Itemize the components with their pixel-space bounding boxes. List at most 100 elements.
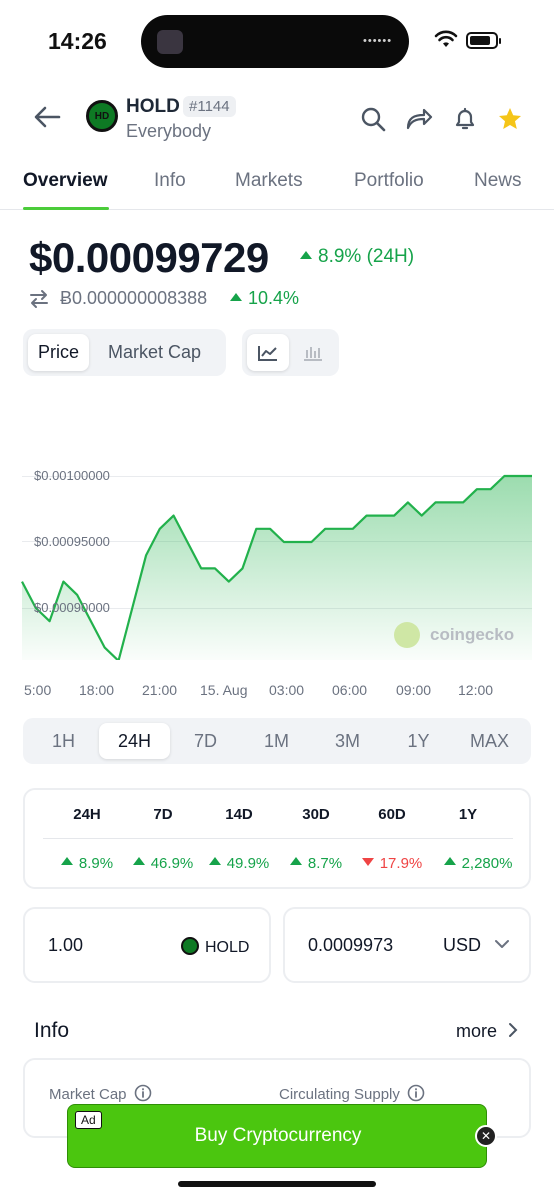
coin-amount-input[interactable]: 1.00 HOLD: [23, 907, 271, 983]
line-chart-icon: [258, 345, 277, 361]
x-tick-label: 21:00: [142, 682, 178, 698]
up-triangle-icon: [208, 857, 221, 865]
price-change-24h: 8.9% (24H): [300, 246, 414, 268]
x-axis-labels: 5:00 18:00 21:00 15. Aug 03:00 06:00 09:…: [0, 682, 554, 702]
perf-value: 49.9%: [199, 855, 279, 872]
tab-news[interactable]: News: [474, 170, 522, 192]
coingecko-watermark: coingecko: [394, 622, 514, 648]
up-triangle-icon: [289, 857, 302, 865]
range-7d[interactable]: 7D: [170, 723, 241, 759]
home-indicator: [178, 1181, 376, 1187]
x-tick-label: 12:00: [458, 682, 494, 698]
x-tick-label: 15. Aug: [200, 682, 248, 698]
share-icon[interactable]: [405, 106, 433, 132]
price-toggle[interactable]: Price: [28, 334, 90, 371]
candlestick-icon: [304, 346, 322, 361]
up-triangle-icon: [230, 293, 242, 301]
perf-header: 1Y: [458, 806, 478, 823]
tab-markets[interactable]: Markets: [235, 170, 303, 192]
up-triangle-icon: [60, 857, 73, 865]
status-bar: 14:26 ••••••: [0, 0, 554, 80]
island-dots: ••••••: [363, 35, 393, 47]
y-tick-label: $0.00090000: [34, 600, 110, 615]
buy-crypto-label: Buy Cryptocurrency: [194, 1125, 362, 1146]
y-tick-label: $0.00095000: [34, 534, 110, 549]
search-icon[interactable]: [360, 106, 386, 132]
clock: 14:26: [48, 28, 107, 54]
perf-value-text: 8.9%: [78, 855, 114, 872]
x-tick-label: 09:00: [396, 682, 432, 698]
gecko-logo-icon: [394, 622, 420, 648]
fiat-currency-select[interactable]: USD: [443, 935, 510, 956]
dynamic-island: ••••••: [141, 15, 409, 68]
active-tab-indicator: [23, 207, 109, 210]
perf-header: 14D: [225, 806, 253, 823]
chart-type-toggle: [242, 329, 339, 376]
range-24h[interactable]: 24H: [99, 723, 170, 759]
up-triangle-icon: [300, 251, 312, 259]
coin-logo: HD: [86, 100, 118, 132]
bell-icon[interactable]: [452, 106, 478, 132]
perf-value: 46.9%: [123, 855, 203, 872]
candlestick-toggle[interactable]: [292, 334, 334, 371]
coin-unit: HOLD: [181, 937, 249, 957]
fiat-amount-value[interactable]: 0.0009973: [308, 935, 393, 956]
line-chart-toggle[interactable]: [247, 334, 289, 371]
rank-badge: #1144: [183, 96, 236, 117]
coin-amount-value[interactable]: 1.00: [48, 935, 83, 956]
perf-value-text: 8.7%: [307, 855, 343, 872]
market-cap-toggle[interactable]: Market Cap: [98, 334, 211, 371]
watermark-text: coingecko: [430, 625, 515, 644]
price-change-24h-value: 8.9% (24H): [318, 246, 415, 267]
up-triangle-icon: [132, 857, 145, 865]
info-circle-icon[interactable]: [134, 1084, 152, 1102]
info-more-link[interactable]: more: [456, 1021, 519, 1042]
x-tick-label: 06:00: [332, 682, 368, 698]
range-1y[interactable]: 1Y: [383, 723, 454, 759]
coin-symbol: HOLD: [126, 96, 180, 117]
perf-value: 8.7%: [276, 855, 356, 872]
btc-price: Ƀ0.000000008388: [60, 288, 208, 308]
island-thumbnail: [157, 30, 183, 54]
usd-price: $0.00099729: [29, 234, 269, 281]
perf-value: 17.9%: [352, 855, 432, 872]
star-icon[interactable]: [497, 106, 523, 132]
fiat-amount-input[interactable]: 0.0009973 USD: [283, 907, 531, 983]
x-tick-label: 5:00: [24, 682, 52, 698]
range-max[interactable]: MAX: [454, 723, 525, 759]
range-1h[interactable]: 1H: [28, 723, 99, 759]
perf-value-text: 2,280%: [461, 855, 513, 872]
range-1m[interactable]: 1M: [241, 723, 312, 759]
info-circle-icon[interactable]: [407, 1084, 425, 1102]
coin-logo-small: [181, 937, 199, 955]
info-section-title: Info: [34, 1019, 70, 1042]
tab-info[interactable]: Info: [154, 170, 186, 192]
perf-value-text: 46.9%: [150, 855, 194, 872]
perf-header: 7D: [153, 806, 173, 823]
wifi-icon: [434, 30, 458, 47]
divider: [43, 838, 513, 839]
buy-crypto-ad-banner[interactable]: Ad Buy Cryptocurrency ✕: [67, 1104, 497, 1168]
fiat-currency-label: USD: [443, 935, 482, 955]
tab-bar: Overview Info Markets Portfolio News: [0, 166, 554, 210]
x-tick-label: 18:00: [79, 682, 115, 698]
perf-header: 30D: [302, 806, 330, 823]
chevron-right-icon: [509, 1023, 518, 1037]
chevron-down-icon: [495, 940, 510, 948]
perf-value-text: 17.9%: [379, 855, 423, 872]
back-arrow-icon[interactable]: [32, 104, 62, 130]
perf-value-text: 49.9%: [226, 855, 270, 872]
tab-portfolio[interactable]: Portfolio: [354, 170, 424, 192]
time-range-selector: 1H 24H 7D 1M 3M 1Y MAX: [23, 718, 531, 764]
coin-name: Everybody: [126, 121, 212, 141]
up-triangle-icon: [443, 857, 456, 865]
close-ad-icon[interactable]: ✕: [475, 1125, 497, 1147]
tab-overview[interactable]: Overview: [23, 170, 108, 192]
y-tick-label: $0.00100000: [34, 468, 110, 483]
perf-value: 8.9%: [47, 855, 127, 872]
range-3m[interactable]: 3M: [312, 723, 383, 759]
perf-header: 60D: [378, 806, 406, 823]
circulating-supply-label-text: Circulating Supply: [279, 1086, 400, 1103]
market-cap-label: Market Cap: [49, 1084, 152, 1103]
down-triangle-icon: [361, 858, 374, 866]
